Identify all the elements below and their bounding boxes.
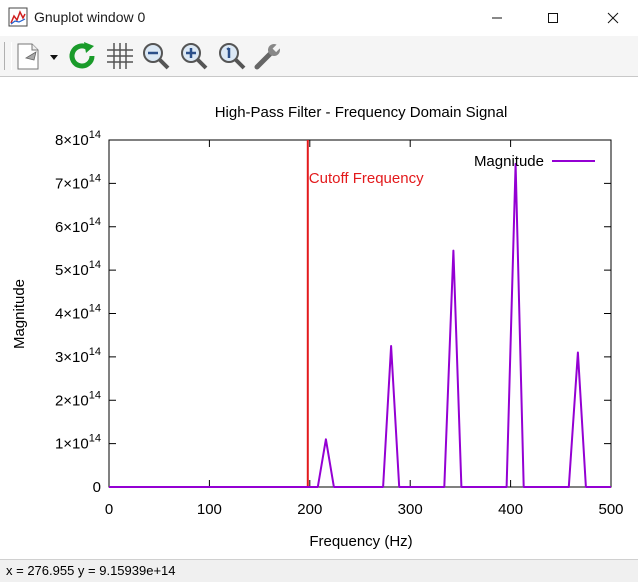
- y-tick-label: 3×1014: [55, 346, 101, 366]
- x-tick-label: 100: [197, 501, 222, 518]
- zoom-out-icon: [143, 43, 170, 70]
- export-dropdown-button[interactable]: [46, 40, 62, 72]
- y-tick-label: 4×1014: [55, 303, 101, 323]
- x-tick-label: 200: [297, 501, 322, 518]
- y-tick-label: 7×1014: [55, 172, 101, 192]
- y-tick-label: 8×1014: [55, 129, 101, 149]
- status-bar: x = 276.955 y = 9.15939e+14: [0, 559, 638, 582]
- maximize-button[interactable]: [530, 0, 576, 36]
- close-button[interactable]: [590, 0, 636, 36]
- grid-icon: [107, 43, 133, 69]
- plot-border: [108, 139, 612, 488]
- y-tick-label: 1×1014: [55, 433, 101, 453]
- title-bar: Gnuplot window 0: [0, 0, 638, 37]
- x-tick-label: 0: [105, 501, 113, 518]
- dropdown-arrow-icon: [50, 55, 58, 60]
- x-tick-label: 500: [598, 501, 623, 518]
- y-axis-label: Magnitude: [11, 279, 28, 349]
- legend-label: Magnitude: [474, 153, 544, 170]
- gnuplot-app-icon: [8, 7, 28, 27]
- close-icon: [607, 12, 619, 24]
- copy-export-icon: [17, 43, 39, 70]
- series-line-magnitude: [109, 162, 611, 488]
- plot-canvas[interactable]: High-Pass Filter - Frequency Domain Sign…: [0, 77, 638, 559]
- copy-export-button[interactable]: [14, 40, 46, 72]
- chart-title: High-Pass Filter - Frequency Domain Sign…: [215, 104, 508, 121]
- maximize-icon: [548, 13, 558, 23]
- cursor-coordinates: x = 276.955 y = 9.15939e+14: [6, 563, 176, 578]
- minimize-icon: [492, 17, 502, 19]
- zoom-in-icon: [181, 43, 208, 70]
- zoom-reset-button[interactable]: [216, 40, 248, 72]
- y-tick-label: 0: [93, 479, 101, 496]
- zoom-out-button[interactable]: [140, 40, 172, 72]
- minimize-button[interactable]: [474, 0, 520, 36]
- options-button[interactable]: [252, 40, 284, 72]
- y-tick-label: 2×1014: [55, 389, 101, 409]
- toolbar-grip[interactable]: [4, 42, 12, 70]
- grid-button[interactable]: [104, 40, 136, 72]
- y-tick-label: 6×1014: [55, 216, 101, 236]
- window-title: Gnuplot window 0: [34, 9, 146, 25]
- options-wrench-icon: [254, 43, 282, 70]
- cutoff-frequency-label: Cutoff Frequency: [309, 170, 424, 187]
- y-tick-label: 5×1014: [55, 259, 101, 279]
- x-tick-label: 400: [498, 501, 523, 518]
- replot-button[interactable]: [66, 40, 98, 72]
- x-tick-label: 300: [398, 501, 423, 518]
- zoom-in-button[interactable]: [178, 40, 210, 72]
- chart-svg: High-Pass Filter - Frequency Domain Sign…: [11, 104, 624, 550]
- toolbar: [0, 36, 638, 77]
- zoom-reset-icon: [219, 43, 246, 70]
- x-axis-label: Frequency (Hz): [309, 533, 412, 550]
- replot-icon: [69, 42, 95, 69]
